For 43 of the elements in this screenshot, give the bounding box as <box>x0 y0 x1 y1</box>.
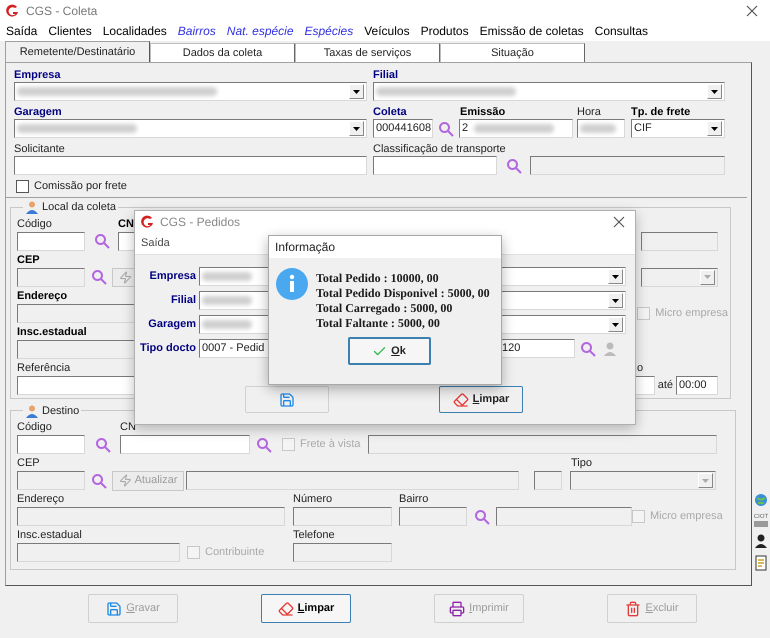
field-label: Filial <box>373 69 398 81</box>
field-label: o <box>637 362 644 374</box>
field-label: Código <box>17 421 52 433</box>
field-label: Endereço <box>17 290 68 302</box>
group-title: Destino <box>42 404 80 418</box>
group-title: Local da coleta <box>42 200 116 215</box>
field-label: Tipo docto <box>140 341 196 356</box>
checkbox-label: Frete à vista <box>300 437 361 452</box>
field-label: Número <box>293 493 332 505</box>
checkbox-label: Micro empresa <box>655 306 728 321</box>
dialog-title: CGS - Pedidos <box>160 214 240 231</box>
field-label: Tp. de frete <box>631 106 690 118</box>
field-label: até <box>658 378 673 393</box>
field-label: Hora <box>577 106 601 118</box>
field-label: Insc.estadual <box>17 529 82 541</box>
field-label: Bairro <box>399 493 428 505</box>
field-label: CN <box>118 218 134 230</box>
field-label: Empresa <box>150 269 196 284</box>
field-label: CEP <box>17 457 40 469</box>
message-line: Total Pedido Disponivel : 5000, 00 <box>316 286 490 301</box>
message-line: Total Faltante : 5000, 00 <box>316 316 441 331</box>
dialog-title: Informação <box>275 239 336 256</box>
field-label: Solicitante <box>14 143 65 155</box>
checkbox-label: Contribuinte <box>205 545 264 560</box>
field-label: Emissão <box>460 106 506 118</box>
field-label: Telefone <box>293 529 335 541</box>
field-label: Tipo <box>571 457 592 469</box>
field-label: Filial <box>170 293 196 308</box>
field-label: Endereço <box>17 493 64 505</box>
field-label: Código <box>17 218 52 230</box>
window-title: CGS - Coleta <box>26 2 98 20</box>
checkbox-label: Micro empresa <box>650 509 723 524</box>
field-label: Classificação de transporte <box>373 143 506 155</box>
field-label: Garagem <box>148 317 196 332</box>
field-label: Insc.estadual <box>17 326 87 338</box>
field-label: CEP <box>17 254 40 266</box>
checkbox-label: Comissão por frete <box>34 178 127 194</box>
field-label: Empresa <box>14 69 60 81</box>
field-label: Garagem <box>14 106 62 118</box>
field-label: Coleta <box>373 106 407 118</box>
field-label: Referência <box>17 362 70 374</box>
message-line: Total Carregado : 5000, 00 <box>316 301 454 316</box>
message-line: Total Pedido : 10000, 00 <box>316 271 440 286</box>
